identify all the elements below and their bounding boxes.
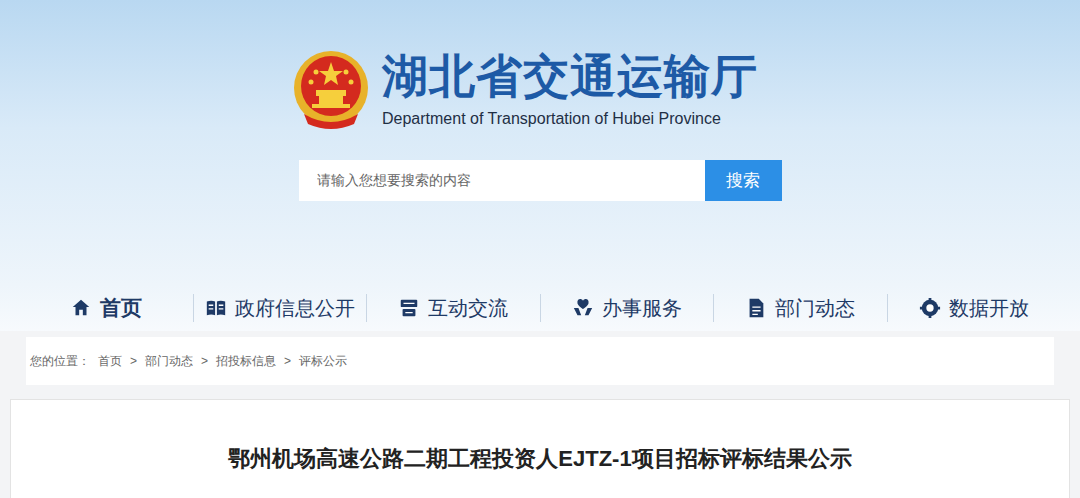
breadcrumb-link[interactable]: 招投标信息 bbox=[216, 352, 276, 370]
home-icon bbox=[70, 297, 92, 319]
chat-icon bbox=[398, 297, 420, 319]
breadcrumb-separator: > bbox=[284, 352, 291, 370]
national-emblem-icon bbox=[292, 48, 370, 130]
article-title: 鄂州机场高速公路二期工程投资人EJTZ-1项目招标评标结果公示 bbox=[228, 444, 851, 498]
nav-label: 数据开放 bbox=[949, 293, 1029, 323]
breadcrumb-separator: > bbox=[201, 352, 208, 370]
nav-label: 部门动态 bbox=[775, 293, 855, 323]
main-nav: 首页 政府信息公开 互动交流 办事服务 部门动态 数据开放 bbox=[0, 285, 1080, 331]
nav-label: 办事服务 bbox=[602, 293, 682, 323]
site-subtitle: Department of Transportation of Hubei Pr… bbox=[382, 108, 758, 130]
site-header: 湖北省交通运输厅 Department of Transportation of… bbox=[0, 0, 1080, 285]
breadcrumb-separator: > bbox=[130, 352, 137, 370]
nav-item[interactable]: 互动交流 bbox=[366, 294, 540, 322]
article-panel: 鄂州机场高速公路二期工程投资人EJTZ-1项目招标评标结果公示 bbox=[10, 399, 1070, 498]
nav-item[interactable]: 首页 bbox=[20, 294, 193, 322]
breadcrumb-link[interactable]: 部门动态 bbox=[145, 352, 193, 370]
breadcrumb-label: 您的位置： bbox=[30, 352, 90, 370]
nav-item[interactable]: 部门动态 bbox=[713, 294, 887, 322]
document-icon bbox=[745, 297, 767, 319]
site-title: 湖北省交通运输厅 bbox=[382, 48, 758, 104]
breadcrumb-link[interactable]: 评标公示 bbox=[299, 352, 347, 370]
breadcrumb-link[interactable]: 首页 bbox=[98, 352, 122, 370]
data-icon bbox=[919, 297, 941, 319]
book-icon bbox=[205, 297, 227, 319]
service-icon bbox=[572, 297, 594, 319]
brand[interactable]: 湖北省交通运输厅 Department of Transportation of… bbox=[292, 48, 758, 130]
breadcrumb-bar: 您的位置： 首页 > 部门动态 > 招投标信息 > 评标公示 bbox=[26, 337, 1054, 385]
nav-label: 政府信息公开 bbox=[235, 293, 355, 323]
search-input[interactable] bbox=[299, 160, 705, 201]
nav-item[interactable]: 政府信息公开 bbox=[193, 294, 367, 322]
nav-label: 首页 bbox=[100, 292, 142, 324]
nav-item[interactable]: 数据开放 bbox=[887, 294, 1061, 322]
nav-label: 互动交流 bbox=[428, 293, 508, 323]
search-bar: 搜索 bbox=[299, 160, 782, 201]
nav-item[interactable]: 办事服务 bbox=[540, 294, 714, 322]
search-button[interactable]: 搜索 bbox=[705, 160, 782, 201]
